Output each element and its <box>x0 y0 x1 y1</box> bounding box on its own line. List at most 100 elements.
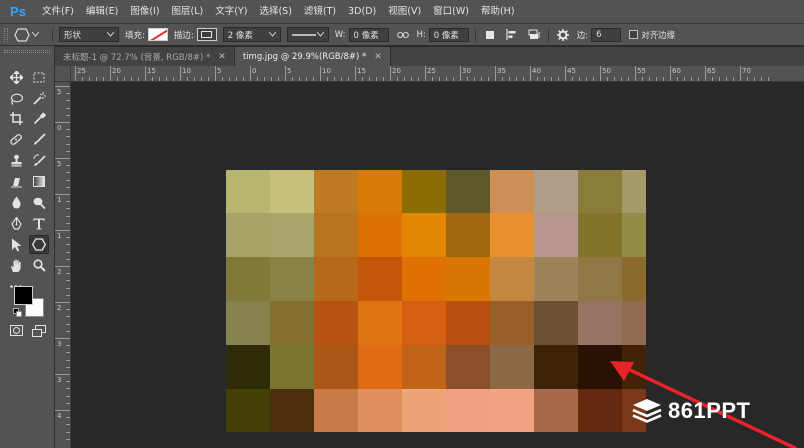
close-icon[interactable]: ✕ <box>218 52 226 62</box>
ruler-tick <box>488 77 489 81</box>
tab-timg-jpg[interactable]: timg.jpg @ 29.9%(RGB/8#) * ✕ <box>234 47 391 66</box>
ruler-label: 45 <box>567 67 576 75</box>
tool-preset-picker[interactable] <box>14 27 46 43</box>
mosaic-tile <box>358 389 402 432</box>
tools-panel <box>0 46 55 448</box>
stroke-label: 描边: <box>173 30 194 41</box>
options-grip[interactable] <box>4 27 8 42</box>
clone-stamp-tool[interactable] <box>6 151 26 170</box>
ruler-tick <box>194 77 195 81</box>
move-icon <box>9 71 23 84</box>
path-selection-tool[interactable] <box>6 235 26 254</box>
canvas-workspace[interactable] <box>71 83 804 448</box>
ruler-origin[interactable] <box>55 66 71 82</box>
ruler-tick <box>670 66 671 81</box>
ruler-label: 2 <box>57 268 62 276</box>
stroke-width-select[interactable]: 2 像素 <box>222 27 281 42</box>
lasso-tool[interactable] <box>6 89 26 108</box>
ruler-tick <box>66 237 70 239</box>
screen-mode-icon <box>32 324 46 337</box>
ruler-tick <box>516 77 517 81</box>
ruler-tick <box>677 77 678 81</box>
blur-tool[interactable] <box>6 193 26 212</box>
menu-filter[interactable]: 滤镜(T) <box>298 0 342 24</box>
menu-view[interactable]: 视图(V) <box>382 0 427 24</box>
path-alignment-icon[interactable] <box>504 27 520 43</box>
ruler-label: 70 <box>742 67 751 75</box>
mosaic-tile <box>358 257 402 301</box>
ruler-tick <box>66 93 70 95</box>
menu-edit[interactable]: 编辑(E) <box>80 0 124 24</box>
ruler-tick <box>222 77 223 81</box>
menu-image[interactable]: 图像(I) <box>124 0 165 24</box>
quick-mask-button[interactable] <box>6 321 26 340</box>
height-input[interactable]: 0 像素 <box>428 27 469 42</box>
ruler-tick <box>530 66 531 81</box>
width-input[interactable]: 0 像素 <box>348 27 389 42</box>
hand-tool[interactable] <box>6 256 26 275</box>
brush-tool[interactable] <box>29 130 49 149</box>
ruler-tick <box>66 208 70 210</box>
menu-window[interactable]: 窗口(W) <box>427 0 475 24</box>
mode-select[interactable]: 形状 <box>59 27 119 42</box>
foreground-color-swatch[interactable] <box>14 286 33 305</box>
stroke-swatch[interactable] <box>196 28 217 41</box>
stroke-width-value: 2 像素 <box>227 30 253 41</box>
ruler-tick <box>201 77 202 81</box>
ruler-label: 40 <box>532 67 541 75</box>
ruler-tick <box>271 77 272 81</box>
screen-mode-button[interactable] <box>29 321 49 340</box>
pen-tool[interactable] <box>6 214 26 233</box>
ruler-tick <box>145 66 146 81</box>
stroke-type-select[interactable] <box>286 27 329 42</box>
ruler-tick <box>159 77 160 81</box>
crop-tool[interactable] <box>6 109 26 128</box>
history-brush-tool[interactable] <box>29 151 49 170</box>
ruler-tick <box>66 352 70 354</box>
dodge-tool[interactable] <box>29 193 49 212</box>
eyedropper-tool[interactable] <box>29 109 49 128</box>
close-icon[interactable]: ✕ <box>374 52 382 62</box>
mosaic-tile <box>446 170 490 213</box>
gradient-tool[interactable] <box>29 172 49 191</box>
healing-brush-tool[interactable] <box>6 130 26 149</box>
path-operations-icon[interactable] <box>482 27 498 43</box>
menu-select[interactable]: 选择(S) <box>253 0 297 24</box>
ruler-tick <box>565 66 566 81</box>
move-tool[interactable] <box>6 68 26 87</box>
type-tool[interactable] <box>29 214 49 233</box>
sides-input[interactable]: 6 <box>591 27 622 42</box>
ruler-label: 60 <box>672 67 681 75</box>
ruler-tick <box>250 66 251 81</box>
default-colors-icon[interactable] <box>13 308 22 320</box>
magic-wand-tool[interactable] <box>29 89 49 108</box>
marquee-icon <box>33 72 45 83</box>
mosaic-tile <box>402 170 446 213</box>
vertical-ruler[interactable]: 5 0 5 1 1 2 2 3 3 4 <box>55 82 71 448</box>
ruler-label: 1 <box>57 232 62 240</box>
zoom-tool[interactable] <box>29 256 49 275</box>
ruler-tick <box>558 77 559 81</box>
polygon-tool[interactable] <box>29 235 49 254</box>
eraser-tool[interactable] <box>6 172 26 191</box>
ruler-tick <box>474 77 475 81</box>
menu-help[interactable]: 帮助(H) <box>475 0 521 24</box>
menu-type[interactable]: 文字(Y) <box>209 0 253 24</box>
align-edges-checkbox[interactable] <box>629 30 639 39</box>
ruler-tick <box>390 66 391 81</box>
fill-swatch[interactable] <box>147 28 168 41</box>
menu-3d[interactable]: 3D(D) <box>342 0 382 24</box>
marquee-tool[interactable] <box>29 68 49 87</box>
gear-icon[interactable] <box>555 27 571 43</box>
tab-untitled-1[interactable]: 未标题-1 @ 72.7% (背景, RGB/8#) * ✕ <box>55 47 235 66</box>
menu-layer[interactable]: 图层(L) <box>166 0 210 24</box>
ruler-tick <box>481 77 482 81</box>
mosaic-image[interactable] <box>226 170 646 432</box>
link-icon[interactable] <box>395 27 411 43</box>
ruler-tick <box>66 114 70 116</box>
path-arrangement-icon[interactable] <box>526 27 542 43</box>
horizontal-ruler[interactable]: 25 20 15 10 5 0 5 10 15 20 25 30 35 40 45 50 55 60 65 70 <box>55 66 804 82</box>
menu-file[interactable]: 文件(F) <box>36 0 80 24</box>
tools-grip[interactable] <box>4 50 50 53</box>
tab-label: timg.jpg @ 29.9%(RGB/8#) * <box>242 51 367 62</box>
